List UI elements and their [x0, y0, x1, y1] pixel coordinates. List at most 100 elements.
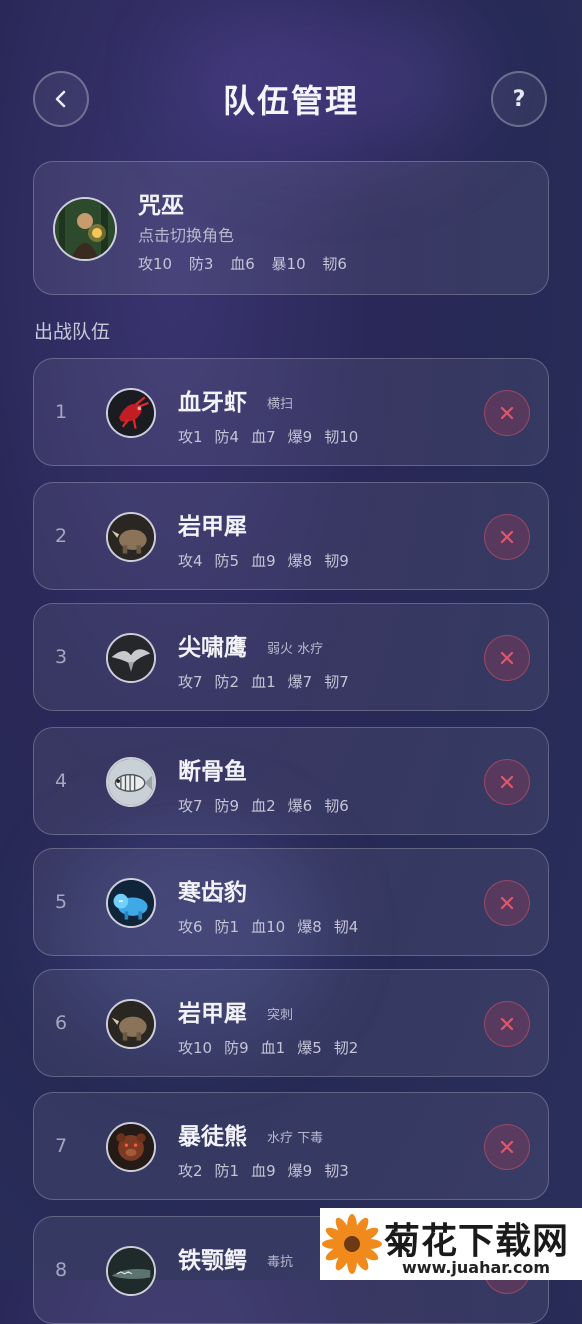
member-index: 1: [54, 401, 68, 423]
member-name: 暴徒熊: [178, 1124, 247, 1150]
member-stat: 攻7: [178, 797, 203, 815]
member-stat: 攻10: [178, 1039, 213, 1057]
member-stat: 血10: [251, 918, 286, 936]
team-member-card[interactable]: 7 暴徒熊 水疗 下毒 攻2 防1 血9 爆9 韧3: [33, 1092, 549, 1200]
member-name: 岩甲犀: [178, 1001, 247, 1027]
member-stats: 攻7 防9 血2 爆6 韧6: [178, 795, 361, 816]
member-index: 6: [54, 1012, 68, 1034]
remove-member-button[interactable]: [484, 880, 530, 926]
stat-health: 血6: [230, 255, 255, 273]
remove-member-button[interactable]: [484, 390, 530, 436]
member-stats: 攻4 防5 血9 爆8 韧9: [178, 550, 361, 571]
watermark-url: www.juahar.com: [402, 1258, 551, 1277]
member-stat: 攻1: [178, 428, 203, 446]
member-index: 4: [54, 770, 68, 792]
member-stat: 防2: [214, 673, 240, 691]
close-icon: [500, 775, 514, 789]
member-stats: 攻6 防1 血10 爆8 韧4: [178, 916, 370, 937]
close-icon: [500, 896, 514, 910]
member-stats: 攻10 防9 血1 爆5 韧2: [178, 1037, 370, 1058]
member-name: 血牙虾: [178, 390, 247, 416]
close-icon: [500, 1017, 514, 1031]
help-icon: ?: [512, 86, 526, 112]
member-stat: 爆8: [287, 552, 313, 570]
member-stat: 血9: [251, 1162, 276, 1180]
remove-member-button[interactable]: [484, 514, 530, 560]
member-stat: 韧4: [333, 918, 359, 936]
member-stats: 攻7 防2 血1 爆7 韧7: [178, 671, 361, 692]
team-member-card[interactable]: 5 寒齿豹攻6 防1 血10 爆8 韧4: [33, 848, 549, 956]
member-stat: 爆5: [297, 1039, 322, 1057]
member-name: 寒齿豹: [178, 880, 247, 906]
stat-attack: 攻10: [138, 255, 173, 273]
stat-defense: 防3: [188, 255, 214, 273]
bear-icon: [106, 1122, 156, 1172]
close-icon: [500, 1140, 514, 1154]
remove-member-button[interactable]: [484, 1001, 530, 1047]
stat-crit: 暴10: [271, 255, 306, 273]
member-stat: 血9: [251, 552, 276, 570]
team-member-card[interactable]: 4 断骨鱼 攻7 防9 血2 爆6 韧6: [33, 727, 549, 835]
member-stats: 攻2 防1 血9 爆9 韧3: [178, 1160, 361, 1181]
member-stat: 韧3: [324, 1162, 349, 1180]
member-stat: 防4: [214, 428, 240, 446]
remove-member-button[interactable]: [484, 759, 530, 805]
member-stat: 攻4: [178, 552, 203, 570]
remove-member-button[interactable]: [484, 635, 530, 681]
rhino-icon: [106, 512, 156, 562]
member-name: 断骨鱼: [178, 759, 247, 785]
member-name: 铁颚鳄: [178, 1248, 247, 1274]
member-stat: 血1: [251, 673, 276, 691]
bone-fish-icon: [106, 757, 156, 807]
member-index: 3: [54, 646, 68, 668]
rhino-icon: [106, 999, 156, 1049]
member-skill: 横扫: [267, 397, 294, 412]
leader-stats: 攻10 防3 血6 暴10 韧6: [138, 253, 359, 274]
member-stat: 血7: [251, 428, 276, 446]
member-stat: 爆8: [297, 918, 322, 936]
member-stat: 韧10: [324, 428, 359, 446]
member-skill: 水疗 下毒: [267, 1131, 324, 1146]
member-name: 岩甲犀: [178, 514, 247, 540]
close-icon: [500, 406, 514, 420]
help-button[interactable]: ?: [491, 71, 547, 127]
member-stat: 爆6: [287, 797, 313, 815]
member-stat: 韧9: [324, 552, 349, 570]
member-stat: 攻6: [178, 918, 203, 936]
member-index: 7: [54, 1135, 68, 1157]
member-stat: 韧6: [324, 797, 349, 815]
watermark: 菊花下载网 www.juahar.com: [320, 1208, 582, 1280]
team-member-card[interactable]: 3 尖啸鹰 弱火 水疗 攻7 防2 血1 爆7 韧7: [33, 603, 549, 711]
member-stat: 防1: [214, 1162, 240, 1180]
leader-card[interactable]: 咒巫 点击切换角色 攻10 防3 血6 暴10 韧6: [33, 161, 549, 295]
member-stat: 爆7: [287, 673, 313, 691]
red-shrimp-icon: [106, 388, 156, 438]
member-skill: 毒抗: [267, 1255, 294, 1270]
member-stat: 攻7: [178, 673, 203, 691]
member-stat: 防1: [214, 918, 240, 936]
leader-hint: 点击切换角色: [138, 226, 235, 245]
remove-member-button[interactable]: [484, 1124, 530, 1170]
close-icon: [500, 651, 514, 665]
ice-leopard-icon: [106, 878, 156, 928]
leader-avatar: [53, 197, 117, 261]
eagle-icon: [106, 633, 156, 683]
member-stat: 爆9: [287, 428, 313, 446]
member-stat: 血1: [260, 1039, 286, 1057]
close-icon: [500, 530, 514, 544]
section-title: 出战队伍: [34, 321, 111, 343]
member-index: 5: [54, 891, 68, 913]
team-member-card[interactable]: 6 岩甲犀 突刺攻10 防9 血1 爆5 韧2: [33, 969, 549, 1077]
member-skill: 突刺: [267, 1008, 294, 1023]
member-skill: 弱火 水疗: [267, 642, 324, 657]
member-stat: 韧2: [333, 1039, 359, 1057]
team-member-card[interactable]: 2 岩甲犀 攻4 防5 血9 爆8 韧9: [33, 482, 549, 590]
watermark-brand: 菊花下载网: [384, 1221, 570, 1262]
member-stat: 爆9: [287, 1162, 313, 1180]
member-stat: 防9: [224, 1039, 249, 1057]
team-member-card[interactable]: 1 血牙虾 横扫攻1 防4 血7 爆9 韧10: [33, 358, 549, 466]
member-stat: 防5: [214, 552, 240, 570]
member-stat: 韧7: [324, 673, 349, 691]
member-stat: 防9: [214, 797, 240, 815]
stat-toughness: 韧6: [322, 255, 347, 273]
